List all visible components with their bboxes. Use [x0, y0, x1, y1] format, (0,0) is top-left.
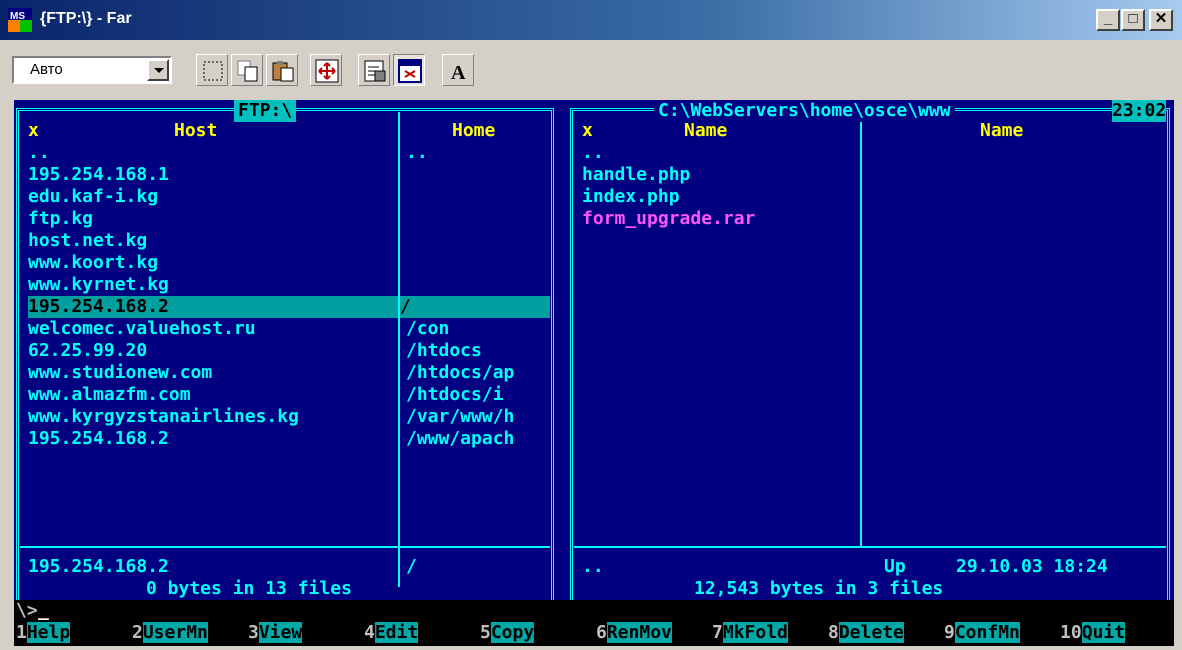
copy-button[interactable] — [231, 54, 263, 86]
left-status-separator — [20, 546, 550, 548]
home-cell[interactable]: /htdocs — [406, 340, 482, 362]
f9-confmenu-key[interactable]: 9ConfMn — [944, 622, 1020, 646]
right-status-date: 29.10.03 18:24 — [956, 556, 1108, 577]
right-column-name-2: Name — [980, 120, 1024, 141]
left-column-separator — [398, 112, 400, 587]
host-row[interactable]: 62.25.99.20 — [28, 340, 147, 362]
host-row[interactable]: ftp.kg — [28, 208, 93, 230]
fullscreen-icon — [315, 59, 339, 83]
paste-button[interactable] — [266, 54, 298, 86]
fullscreen-button[interactable] — [310, 54, 342, 86]
f8-delete-key[interactable]: 8Delete — [828, 622, 904, 646]
home-cell[interactable]: /htdocs/i — [406, 384, 504, 406]
f10-quit-key[interactable]: 10Quit — [1060, 622, 1126, 646]
svg-text:MS: MS — [10, 11, 25, 22]
file-row[interactable]: handle.php — [582, 164, 690, 186]
right-status-separator — [574, 546, 1166, 548]
defaults-icon — [398, 59, 422, 83]
host-row[interactable]: www.almazfm.com — [28, 384, 191, 406]
left-status-home: / — [406, 556, 417, 577]
console-toolbar: Авто A — [0, 44, 1182, 94]
left-column-host: Host — [174, 120, 218, 141]
f7-mkfold-key[interactable]: 7MkFold — [712, 622, 788, 646]
f3-view-key[interactable]: 3View — [248, 622, 303, 646]
defaults-button[interactable] — [393, 54, 425, 86]
font-icon: A — [451, 62, 466, 83]
f4-edit-key[interactable]: 4Edit — [364, 622, 419, 646]
left-status-host: 195.254.168.2 — [28, 556, 169, 577]
far-app-icon[interactable]: MS — [8, 8, 32, 32]
mark-button[interactable] — [196, 54, 228, 86]
title-bar: MS {FTP:\} - Far _ □ ✕ — [0, 0, 1182, 40]
right-panel-summary: 12,543 bytes in 3 files — [690, 578, 948, 600]
properties-button[interactable] — [358, 54, 390, 86]
right-panel-title[interactable]: C:\WebServers\home\osce\www — [654, 100, 955, 122]
clock: 23:02 — [1112, 100, 1167, 122]
function-key-bar: 1Help 2UserMn 3View 4Edit 5Copy 6RenMov … — [14, 622, 1174, 646]
file-row[interactable]: index.php — [582, 186, 680, 208]
left-panel-summary: 0 bytes in 13 files — [142, 578, 356, 600]
chevron-down-icon[interactable] — [147, 59, 169, 81]
home-cell-selected[interactable]: / — [400, 296, 550, 318]
f5-copy-key[interactable]: 5Copy — [480, 622, 535, 646]
file-row-archive[interactable]: form_upgrade.rar — [582, 208, 755, 230]
command-prompt: \> — [16, 600, 38, 621]
font-size-select[interactable]: Авто — [12, 56, 172, 84]
right-status-size: Up — [884, 556, 906, 577]
file-row[interactable]: .. — [582, 142, 604, 164]
far-console: FTP:\ C:\WebServers\home\osce\www 23:02 … — [14, 100, 1174, 646]
f2-usermenu-key[interactable]: 2UserMn — [132, 622, 208, 646]
right-column-separator — [860, 112, 862, 546]
window-title: {FTP:\} - Far — [40, 10, 132, 27]
host-row[interactable]: 195.254.168.2 — [28, 428, 169, 450]
f6-renmov-key[interactable]: 6RenMov — [596, 622, 672, 646]
right-status-name: .. — [582, 556, 604, 577]
paste-icon — [272, 61, 294, 82]
host-row-selected[interactable]: 195.254.168.2 — [28, 296, 398, 318]
select-icon — [203, 61, 223, 81]
left-column-home: Home — [452, 120, 496, 141]
minimize-button[interactable]: _ — [1096, 9, 1120, 31]
close-button[interactable]: ✕ — [1149, 9, 1173, 31]
right-column-mark: x — [582, 120, 593, 141]
font-button[interactable]: A — [442, 54, 474, 86]
host-row[interactable]: 195.254.168.1 — [28, 164, 169, 186]
text-cursor: _ — [38, 600, 49, 621]
host-row[interactable]: edu.kaf-i.kg — [28, 186, 158, 208]
host-row[interactable]: welcomec.valuehost.ru — [28, 318, 256, 340]
host-row[interactable]: .. — [28, 142, 50, 164]
font-size-value: Авто — [30, 61, 63, 78]
home-cell[interactable]: /www/apach — [406, 428, 514, 450]
host-row[interactable]: www.studionew.com — [28, 362, 212, 384]
home-cell[interactable]: .. — [406, 142, 428, 164]
left-panel-title[interactable]: FTP:\ — [234, 100, 297, 122]
command-line[interactable]: \> _ — [14, 600, 1174, 622]
home-cell[interactable]: /con — [406, 318, 449, 340]
host-row[interactable]: www.koort.kg — [28, 252, 158, 274]
properties-icon — [364, 60, 386, 82]
left-column-mark: x — [28, 120, 39, 141]
home-cell[interactable]: /var/www/h — [406, 406, 514, 428]
home-cell[interactable]: /htdocs/ap — [406, 362, 514, 384]
host-row[interactable]: www.kyrnet.kg — [28, 274, 169, 296]
right-column-name: Name — [684, 120, 728, 141]
svg-text:A: A — [451, 62, 466, 83]
maximize-button[interactable]: □ — [1121, 9, 1145, 31]
host-row[interactable]: host.net.kg — [28, 230, 147, 252]
copy-icon — [237, 60, 258, 82]
host-row[interactable]: www.kyrgyzstanairlines.kg — [28, 406, 299, 428]
f1-help-key[interactable]: 1Help — [16, 622, 71, 646]
